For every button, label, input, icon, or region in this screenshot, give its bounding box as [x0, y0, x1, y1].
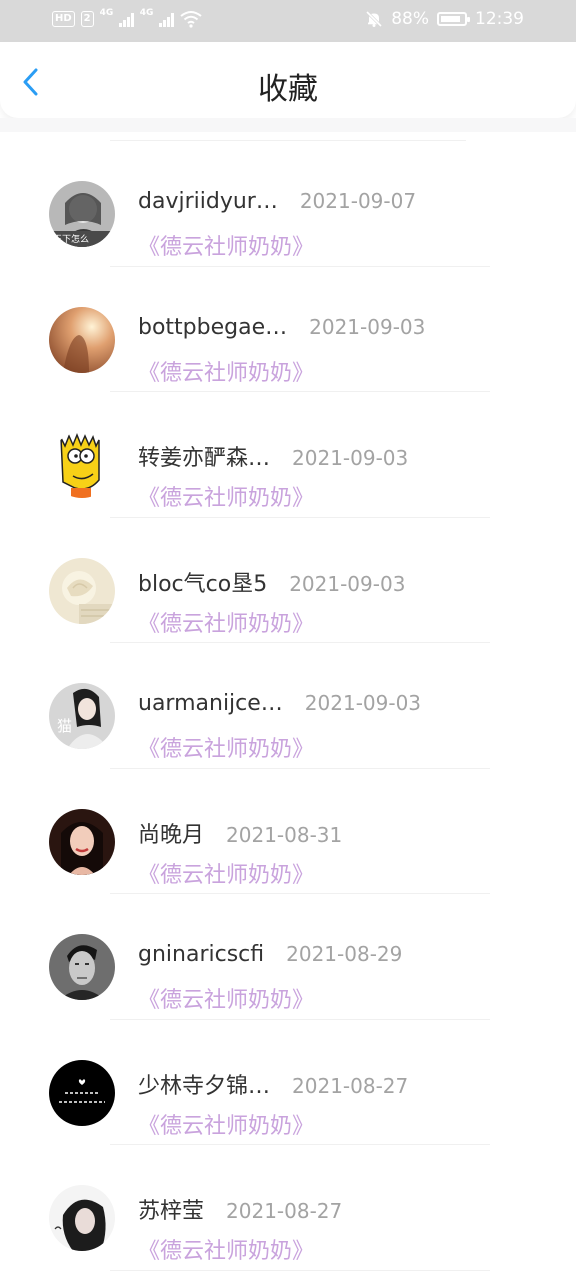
- sim-badge: 2: [80, 11, 94, 27]
- book-title[interactable]: 《德云社师奶奶》: [138, 857, 314, 889]
- favorite-date: 2021-08-27: [292, 1073, 409, 1098]
- avatar: [49, 934, 115, 1000]
- battery-icon: [437, 12, 470, 26]
- network-type-1: 4G: [99, 8, 114, 18]
- avatar: [49, 306, 115, 373]
- list-item[interactable]: 猫 uarmanijce… 2021-09-03 《德云社师奶奶》: [0, 643, 576, 769]
- avatar: [49, 557, 115, 624]
- clock: 12:39: [475, 9, 524, 29]
- page-title: 收藏: [258, 72, 318, 107]
- book-title[interactable]: 《德云社师奶奶》: [138, 1233, 314, 1265]
- user-name: 苏梓莹: [138, 1199, 205, 1224]
- avatar: [49, 1185, 115, 1251]
- book-title[interactable]: 《德云社师奶奶》: [138, 480, 314, 512]
- svg-text:猫: 猫: [57, 717, 72, 735]
- wifi-icon: [180, 11, 202, 28]
- list-item[interactable]: 尚晚月 2021-08-31 《德云社师奶奶》: [0, 769, 576, 895]
- avatar: [49, 808, 115, 875]
- favorite-date: 2021-09-03: [289, 571, 406, 596]
- navigation-bar: 收藏: [0, 42, 576, 118]
- user-name: bottpbegae…: [138, 314, 288, 340]
- svg-text:王下怎么: 王下怎么: [53, 233, 89, 245]
- favorite-date: 2021-09-03: [309, 314, 426, 339]
- mute-bell-icon: [366, 10, 383, 28]
- list-item[interactable]: bottpbegae… 2021-09-03 《德云社师奶奶》: [0, 267, 576, 393]
- hd-badge: HD: [52, 11, 75, 27]
- favorite-date: 2021-08-29: [286, 942, 403, 966]
- list-item[interactable]: bloc气co垦5 2021-09-03 《德云社师奶奶》: [0, 518, 576, 644]
- favorites-list: 王下怎么 davjriidyur… 2021-09-07 《德云社师奶奶》 bo…: [0, 132, 576, 1271]
- user-name: uarmanijce…: [138, 691, 283, 716]
- user-name: 尚晚月: [138, 822, 205, 848]
- status-left: HD 2 4G 4G: [52, 8, 202, 28]
- list-item[interactable]: 少林寺夕锦… 2021-08-27 《德云社师奶奶》: [0, 1020, 576, 1146]
- header-divider: [0, 118, 576, 132]
- list-item[interactable]: gninaricscfi 2021-08-29 《德云社师奶奶》: [0, 894, 576, 1020]
- avatar: [49, 1059, 115, 1126]
- book-title[interactable]: 《德云社师奶奶》: [138, 731, 314, 763]
- avatar: 王下怎么: [49, 181, 115, 247]
- list-item[interactable]: 转姜亦酽森… 2021-09-03 《德云社师奶奶》: [0, 392, 576, 518]
- network-type-2: 4G: [139, 8, 154, 18]
- favorite-date: 2021-08-31: [226, 822, 343, 847]
- book-title[interactable]: 《德云社师奶奶》: [138, 1108, 314, 1140]
- book-title[interactable]: 《德云社师奶奶》: [138, 229, 314, 261]
- avatar: [49, 432, 115, 498]
- signal-icon: [119, 12, 134, 27]
- book-title[interactable]: 《德云社师奶奶》: [138, 355, 314, 387]
- status-bar: HD 2 4G 4G 88% 12:39: [0, 0, 576, 42]
- user-name: gninaricscfi: [138, 942, 265, 967]
- book-title[interactable]: 《德云社师奶奶》: [138, 982, 314, 1014]
- user-name: bloc气co垦5: [138, 571, 268, 597]
- user-name: 转姜亦酽森…: [138, 446, 271, 471]
- signal-icon: [159, 12, 174, 27]
- avatar: 猫: [49, 683, 115, 749]
- list-item[interactable]: 王下怎么 davjriidyur… 2021-09-07 《德云社师奶奶》: [0, 141, 576, 267]
- book-title[interactable]: 《德云社师奶奶》: [138, 606, 314, 638]
- favorite-date: 2021-09-03: [292, 446, 409, 470]
- battery-percent: 88%: [391, 9, 429, 29]
- user-name: 少林寺夕锦…: [138, 1073, 271, 1099]
- favorite-date: 2021-09-03: [304, 691, 422, 715]
- favorite-date: 2021-08-27: [226, 1199, 343, 1223]
- favorite-date: 2021-09-07: [299, 189, 417, 213]
- status-right: 88% 12:39: [365, 9, 524, 29]
- user-name: davjriidyur…: [138, 189, 278, 214]
- list-item[interactable]: 苏梓莹 2021-08-27 《德云社师奶奶》: [0, 1145, 576, 1271]
